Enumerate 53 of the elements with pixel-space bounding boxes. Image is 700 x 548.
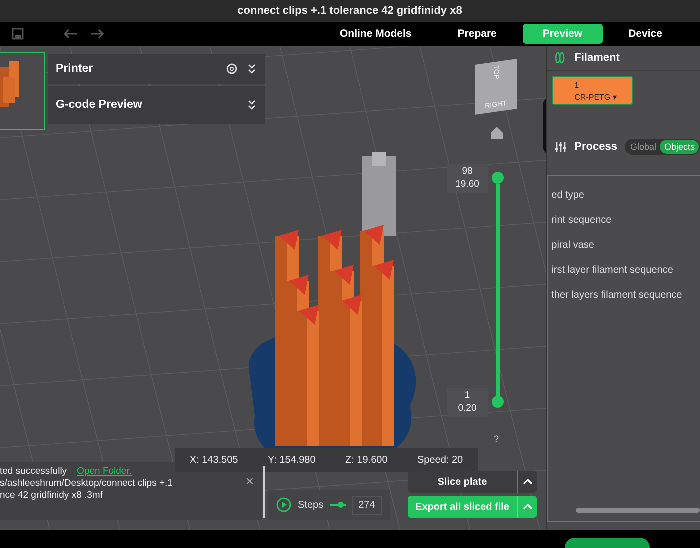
help-link[interactable]: ?	[494, 434, 500, 444]
layer-slider-handle[interactable]	[492, 396, 504, 408]
nav-tab[interactable]: Prepare	[438, 24, 517, 44]
step-slider-icon	[330, 501, 346, 509]
sidebar-panel[interactable]: G-code Preview	[48, 86, 265, 124]
file-path-line: s/ashleeshrum/Desktop/connect clips +.1	[0, 478, 173, 490]
layer-label: 98 19.60	[447, 164, 488, 193]
layer-slider-handle[interactable]	[492, 172, 504, 184]
filament-swatch[interactable]: 1 CR-PETG ▾	[552, 76, 633, 105]
setting-item[interactable]: piral vase	[552, 240, 700, 251]
play-icon	[276, 497, 292, 513]
filament-icon	[554, 52, 567, 64]
caret-icon	[522, 478, 532, 486]
notification-message: ted successfully	[0, 466, 68, 477]
setting-item[interactable]: ther layers filament sequence	[552, 290, 700, 301]
scrollbar[interactable]	[576, 508, 700, 513]
layer-slider-track[interactable]	[496, 184, 500, 396]
nav-tab[interactable]: Online Models	[320, 24, 432, 44]
readout-value: Speed: 20	[417, 454, 464, 466]
expand-icon	[247, 63, 257, 75]
redo-icon	[90, 28, 104, 40]
section-title: Process	[574, 141, 618, 153]
dropdown-caret: ▾	[612, 92, 617, 102]
bottom-button[interactable]	[565, 538, 650, 548]
layer-label: 1 0.20	[447, 388, 488, 417]
readout-value: Z: 19.600	[346, 454, 388, 466]
expand-icon	[247, 99, 257, 111]
save-icon	[12, 28, 24, 40]
window-title: connect clips +.1 tolerance 42 gridfinidy x8	[238, 5, 462, 17]
mode-option[interactable]: Global	[626, 140, 660, 154]
sliders-icon	[554, 141, 567, 153]
steps-label: Steps	[298, 500, 324, 510]
home-icon	[490, 126, 504, 140]
steps-value[interactable]: 274	[352, 496, 382, 514]
mode-option[interactable]: Objects	[660, 140, 699, 154]
panel-title: Printer	[56, 63, 94, 75]
open-folder-link[interactable]: Open Folder.	[77, 466, 132, 477]
nav-tab[interactable]: Device	[608, 24, 682, 44]
plate-thumbnail[interactable]	[0, 52, 45, 130]
setting-item[interactable]: ed type	[552, 190, 700, 201]
file-path-line: nce 42 gridfinidy x8 .3mf	[0, 490, 103, 502]
caret-button[interactable]	[517, 471, 537, 493]
action-button[interactable]: Slice plate	[408, 471, 517, 493]
setting-item[interactable]: irst layer filament sequence	[552, 265, 700, 276]
readout-value: X: 143.505	[190, 454, 238, 466]
close-icon[interactable]: ×	[246, 474, 254, 488]
undo-icon	[64, 28, 78, 40]
sidebar-panel[interactable]: Printer	[48, 54, 265, 84]
caret-icon	[522, 503, 532, 511]
panel-title: G-code Preview	[56, 99, 144, 111]
readout-value: Y: 154.980	[268, 454, 316, 466]
section-title: Filament	[574, 52, 620, 64]
setting-item[interactable]: rint sequence	[552, 215, 700, 226]
